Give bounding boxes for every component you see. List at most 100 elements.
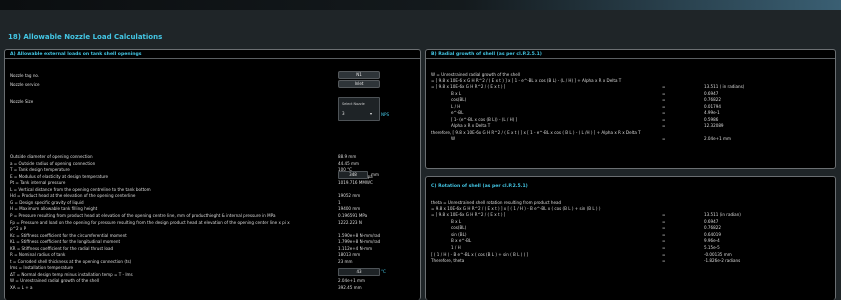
calc-label: Alpha x R x Delta T: [451, 123, 491, 128]
nps-unit: NPS: [381, 112, 390, 117]
param-value: 1.590e+8 N-mm/rad: [338, 232, 381, 238]
param-label: Ims = Installation temperature: [10, 265, 74, 271]
equals-sign: =: [662, 97, 666, 102]
equals-sign: =: [662, 258, 666, 264]
nozzle-service-label: Nozzle service: [10, 82, 40, 87]
select-value: 3: [342, 111, 345, 116]
param-label: L = Vertical distance from the opening c…: [10, 186, 151, 192]
param-label: KL = Stiffness coefficient for the longi…: [10, 239, 121, 245]
equals-sign: =: [662, 136, 666, 141]
calc-label: [ 1- (e^-BL x cos (B L)) - (L / H) ]: [451, 116, 518, 122]
calc-label: cos(BL): [451, 225, 467, 231]
calc-value: -1.826e-2 radians: [704, 258, 741, 264]
param-label: Pt = Tank internal pressure: [10, 180, 66, 186]
nozzle-size-label: Nozzle Size: [10, 99, 34, 104]
param-value: 1019.716 MMWC: [338, 180, 373, 186]
equals-sign: =: [662, 212, 666, 217]
installation-temp-unit: °C: [381, 269, 386, 274]
equals-sign: =: [662, 238, 666, 244]
param-label: Hd = Product head at the elevation of th…: [10, 193, 136, 199]
calc-label: B x L: [451, 218, 462, 224]
param-label: XA = L + a: [10, 285, 33, 290]
calc-value: 0.64019: [704, 231, 721, 237]
param-value: 18013 mm: [338, 252, 361, 258]
equals-sign: =: [662, 231, 666, 237]
equals-sign: =: [662, 251, 666, 257]
param-label: W = Unrestrained radial growth of the sh…: [10, 278, 100, 284]
rotation-formula: = 9.8 x 10E-6x G H R^2 / ( E x t ) ] x […: [431, 206, 601, 211]
panel-c-title: C) Rotation of shell (as per cl.P.2.5.1): [431, 184, 528, 189]
equals-sign: =: [662, 103, 666, 109]
param-label: t = Corroded shell thickness at the open…: [10, 258, 132, 264]
nozzle-tag-value: N1: [338, 71, 380, 79]
panel-b-title: B) Radial growth of shell (as per cl.P.2…: [426, 50, 835, 59]
param-value: 23 mm: [338, 258, 353, 264]
param-label: a = Outside radius of opening connection: [10, 160, 96, 166]
param-value: 19052 mm: [338, 193, 361, 199]
radial-growth-factor: = [ 9.8 x 10E-6x G H R^2 / ( E x t ) ]: [431, 84, 506, 89]
rotation-factor: = [ 9.8 x 10E-6x G H R^2 / ( E x t ) ]: [431, 212, 506, 217]
calc-label: cos(BL): [451, 97, 467, 102]
param-label: p^2 x P: [10, 226, 27, 232]
equals-sign: =: [662, 116, 666, 122]
calc-value: 4.99e-1: [704, 110, 720, 115]
calc-label: Therefore, theta: [431, 258, 465, 264]
param-label: Kc = Stiffness coefficient for the circu…: [10, 232, 127, 238]
param-label: Fp = Pressure and load on the opening fo…: [10, 219, 290, 225]
param-value: 88.9 mm: [338, 154, 357, 159]
calc-value: 0.6947: [704, 218, 719, 224]
equals-sign: =: [662, 84, 666, 89]
equals-sign: =: [662, 123, 666, 128]
calc-value: 5.15e-5: [704, 244, 720, 250]
calc-value: 9.96e-4: [704, 238, 720, 244]
calc-value: 12.32089: [704, 123, 724, 128]
radial-growth-therefore: therefore, [ 9.8 x 10E-6x G H R^2 / ( E …: [431, 130, 641, 135]
top-bar: [0, 0, 841, 10]
equals-sign: =: [662, 225, 666, 231]
panel-a-title: A) Allowable external loads on tank shel…: [5, 50, 420, 59]
param-value: 1: [338, 199, 341, 205]
param-label: H = Maximum allowable tank filling heigh…: [10, 206, 98, 212]
select-label: Select Nozzle: [342, 102, 365, 106]
param-value: 2.04e+1 mm: [338, 278, 365, 284]
w-value: 2.04e+1 mm: [704, 136, 731, 141]
panel-radial-growth: B) Radial growth of shell (as per cl.P.2…: [425, 49, 836, 169]
param-label: P = Pressure resulting from product head…: [10, 212, 276, 218]
calc-label: L / H: [451, 103, 461, 109]
rotation-definition: theta = Unrestrained shell rotation resu…: [431, 200, 562, 205]
section-title: 18) Allowable Nozzle Load Calculations: [8, 33, 163, 41]
equals-sign: =: [662, 110, 666, 115]
radial-growth-definition: W = Unrestrained radial growth of the sh…: [431, 72, 521, 77]
chevron-down-icon: ▾: [370, 111, 373, 116]
calc-value: 0.76822: [704, 97, 721, 102]
param-label: Outside diameter of opening connection: [10, 154, 93, 159]
param-label: G = Design specific gravity of liquid: [10, 199, 84, 205]
w-label: W: [451, 136, 456, 141]
installation-temp-input[interactable]: 43: [338, 268, 380, 276]
panel-shell-rotation: C) Rotation of shell (as per cl.P.2.5.1): [425, 176, 836, 300]
nozzle-service-value: Inlet: [338, 80, 380, 88]
calc-label: 1 / H: [451, 244, 461, 250]
rotation-factor-value: 13.511 (in radian): [704, 212, 741, 217]
param-label: T = Tank design temperature: [10, 167, 70, 173]
calc-value: 0.76822: [704, 225, 721, 231]
calc-label: B x L: [451, 90, 462, 96]
param-label: R = Nominal radius of tank: [10, 252, 66, 258]
param-label: E = Modulus of elasticity at design temp…: [10, 173, 109, 179]
l-distance-input[interactable]: 348: [338, 171, 368, 179]
l-distance-unit: mm: [371, 172, 379, 177]
radial-growth-factor-value: 13.511 ( in radians): [704, 84, 745, 89]
nozzle-tag-label: Nozzle tag no.: [10, 73, 40, 78]
param-value: 44.45 mm: [338, 160, 359, 166]
param-value: 1222.223 N: [338, 219, 362, 225]
nozzle-size-select[interactable]: Select Nozzle 3 ▾: [338, 97, 380, 121]
equals-sign: =: [662, 244, 666, 250]
calc-value: 0.5986: [704, 116, 719, 122]
calc-label: e^-BL: [451, 110, 464, 115]
calc-label: sin (BL): [451, 231, 467, 237]
calc-label: [ ( 1 / H ) - B e^-BL x ( cos (B L ) + s…: [431, 251, 529, 257]
equals-sign: =: [662, 218, 666, 224]
param-label: KR = Stiffness coefficient for the radia…: [10, 245, 114, 251]
param-value: 19400 mm: [338, 206, 361, 212]
param-value: 0.196591 MPa: [338, 212, 368, 218]
